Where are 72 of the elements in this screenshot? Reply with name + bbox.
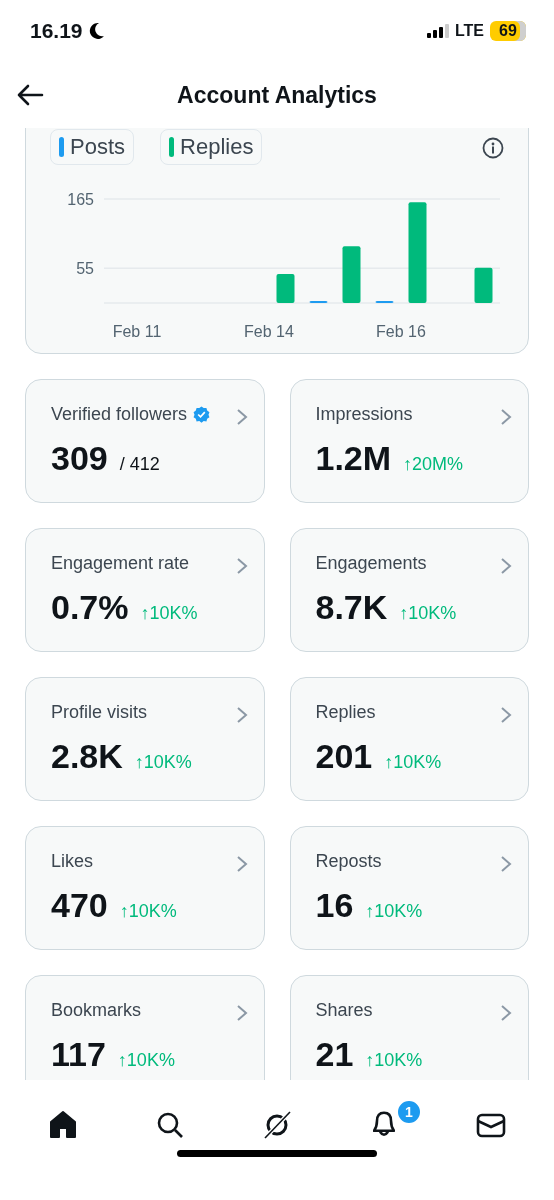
metric-card[interactable]: Replies 201 ↑10K%: [289, 677, 529, 801]
bar: [474, 267, 493, 303]
metric-card[interactable]: Engagement rate 0.7% ↑10K%: [25, 528, 265, 652]
page-title: Account Analytics: [177, 81, 377, 109]
metric-label: Engagement rate: [51, 553, 190, 574]
metric-value: 117: [51, 1035, 106, 1074]
metric-card[interactable]: Engagements 8.7K ↑10K%: [289, 528, 529, 652]
metric-card[interactable]: Likes 470 ↑10K%: [25, 826, 265, 950]
metric-change: ↑10K%: [384, 752, 442, 773]
chevron-icon: [235, 408, 248, 426]
metric-label: Engagements: [315, 553, 427, 574]
status-time: 16.19: [30, 19, 83, 43]
metric-total: / 412: [119, 454, 160, 475]
metric-value: 309: [51, 439, 108, 478]
metric-value: 8.7K: [315, 588, 388, 627]
metric-label: Bookmarks: [51, 1000, 142, 1021]
legend-label: Replies: [180, 134, 254, 160]
chevron-icon: [235, 1004, 248, 1022]
metric-value: 0.7%: [51, 588, 129, 627]
axis-label: Feb 11: [112, 323, 162, 340]
metric-change: ↑10K%: [134, 752, 192, 773]
chevron-icon: [235, 557, 248, 575]
metric-label: Shares: [315, 1000, 373, 1021]
slashed-circle-icon[interactable]: [261, 1109, 293, 1141]
metric-card[interactable]: Verified followers 309 / 412: [25, 379, 265, 503]
metric-label: Replies: [315, 702, 376, 723]
metric-value: 2.8K: [51, 737, 123, 776]
metric-label: Reposts: [315, 851, 382, 872]
chevron-icon: [500, 855, 512, 873]
signal-icon: [426, 24, 449, 38]
metric-change: ↑10K%: [365, 901, 423, 922]
axis-label: Feb 16: [376, 323, 426, 340]
metric-change: ↑10K%: [365, 1050, 423, 1071]
legend-label: Posts: [70, 134, 126, 160]
bar: [342, 246, 361, 303]
chevron-icon: [235, 706, 248, 724]
chevron-icon: [500, 408, 512, 426]
metric-label: Verified followers: [51, 404, 188, 425]
chevron-icon: [500, 1004, 512, 1022]
info-icon[interactable]: [482, 137, 504, 159]
axis-label: Feb 14: [244, 323, 294, 340]
metric-card[interactable]: Impressions 1.2M ↑20M%: [289, 379, 529, 503]
legend-chip[interactable]: Posts: [50, 129, 135, 165]
metric-change: ↑10K%: [140, 603, 198, 624]
metric-value: 21: [315, 1035, 354, 1074]
metric-change: ↑10K%: [399, 603, 457, 624]
metric-label: Impressions: [315, 404, 413, 425]
chevron-icon: [235, 855, 248, 873]
network-label: LTE: [454, 22, 484, 40]
bar: [276, 274, 295, 303]
back-arrow-icon[interactable]: [16, 83, 44, 107]
metric-value: 201: [315, 737, 373, 776]
metric-change: ↑20M%: [403, 454, 464, 475]
metric-change: ↑10K%: [117, 1050, 175, 1071]
chevron-icon: [500, 557, 512, 575]
axis-label: 55: [76, 260, 94, 278]
metric-value: 470: [51, 886, 108, 925]
metric-card[interactable]: Profile visits 2.8K ↑10K%: [25, 677, 265, 801]
metric-card[interactable]: Reposts 16 ↑10K%: [289, 826, 529, 950]
battery-indicator: 69: [490, 21, 526, 41]
metric-card[interactable]: Bookmarks 117 ↑10K%: [25, 975, 265, 1080]
metric-label: Profile visits: [51, 702, 148, 723]
legend-chip[interactable]: Replies: [160, 129, 263, 165]
metric-change: ↑10K%: [119, 901, 177, 922]
metric-value: 1.2M: [315, 439, 392, 478]
moon-icon: [88, 22, 105, 40]
metric-card[interactable]: Shares 21 ↑10K%: [289, 975, 529, 1080]
chevron-icon: [500, 706, 512, 724]
metric-value: 16: [315, 886, 354, 925]
axis-label: 165: [67, 191, 94, 208]
metric-label: Likes: [51, 851, 94, 872]
notification-badge: 1: [395, 1099, 422, 1125]
